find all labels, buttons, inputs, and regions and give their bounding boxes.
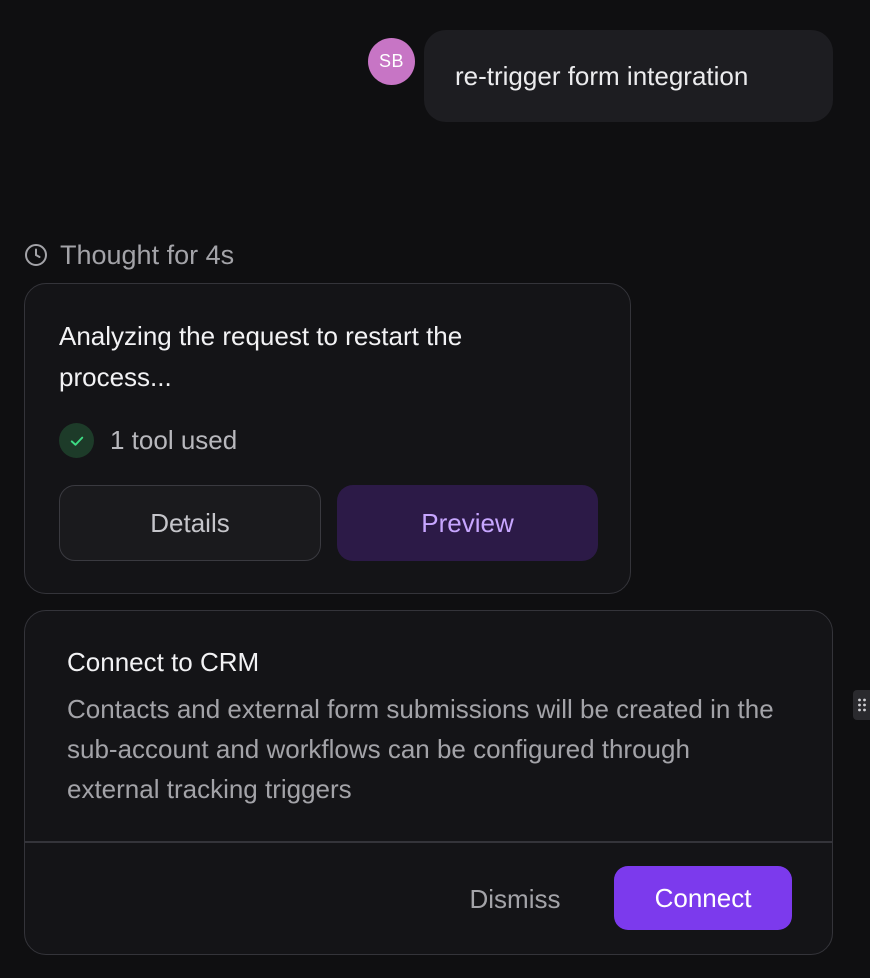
analysis-text: Analyzing the request to restart the pro… bbox=[59, 321, 463, 392]
clock-icon bbox=[24, 243, 48, 267]
preview-button[interactable]: Preview bbox=[337, 485, 598, 561]
crm-connect-card: Connect to CRM Contacts and external for… bbox=[24, 610, 833, 955]
thought-indicator[interactable]: Thought for 4s bbox=[24, 236, 234, 274]
connect-button[interactable]: Connect bbox=[614, 866, 792, 930]
chat-page: SB re-trigger form integration Thought f… bbox=[0, 0, 870, 978]
crm-card-divider bbox=[25, 841, 832, 843]
tools-used-row: 1 tool used bbox=[59, 423, 237, 458]
crm-card-description: Contacts and external form submissions w… bbox=[67, 694, 774, 804]
tools-used-label: 1 tool used bbox=[110, 425, 238, 455]
user-message-text: re-trigger form integration bbox=[455, 60, 749, 91]
avatar-initials: SB bbox=[378, 51, 404, 71]
user-message-bubble: re-trigger form integration bbox=[424, 30, 833, 122]
crm-card-title: Connect to CRM bbox=[67, 647, 260, 677]
analysis-card: Analyzing the request to restart the pro… bbox=[24, 283, 631, 594]
thought-label: Thought for 4s bbox=[60, 239, 235, 270]
check-circle-icon bbox=[59, 423, 94, 458]
grip-dots-icon[interactable] bbox=[853, 690, 870, 720]
dismiss-button[interactable]: Dismiss bbox=[445, 867, 585, 931]
details-button[interactable]: Details bbox=[59, 485, 321, 561]
user-avatar: SB bbox=[368, 38, 415, 85]
